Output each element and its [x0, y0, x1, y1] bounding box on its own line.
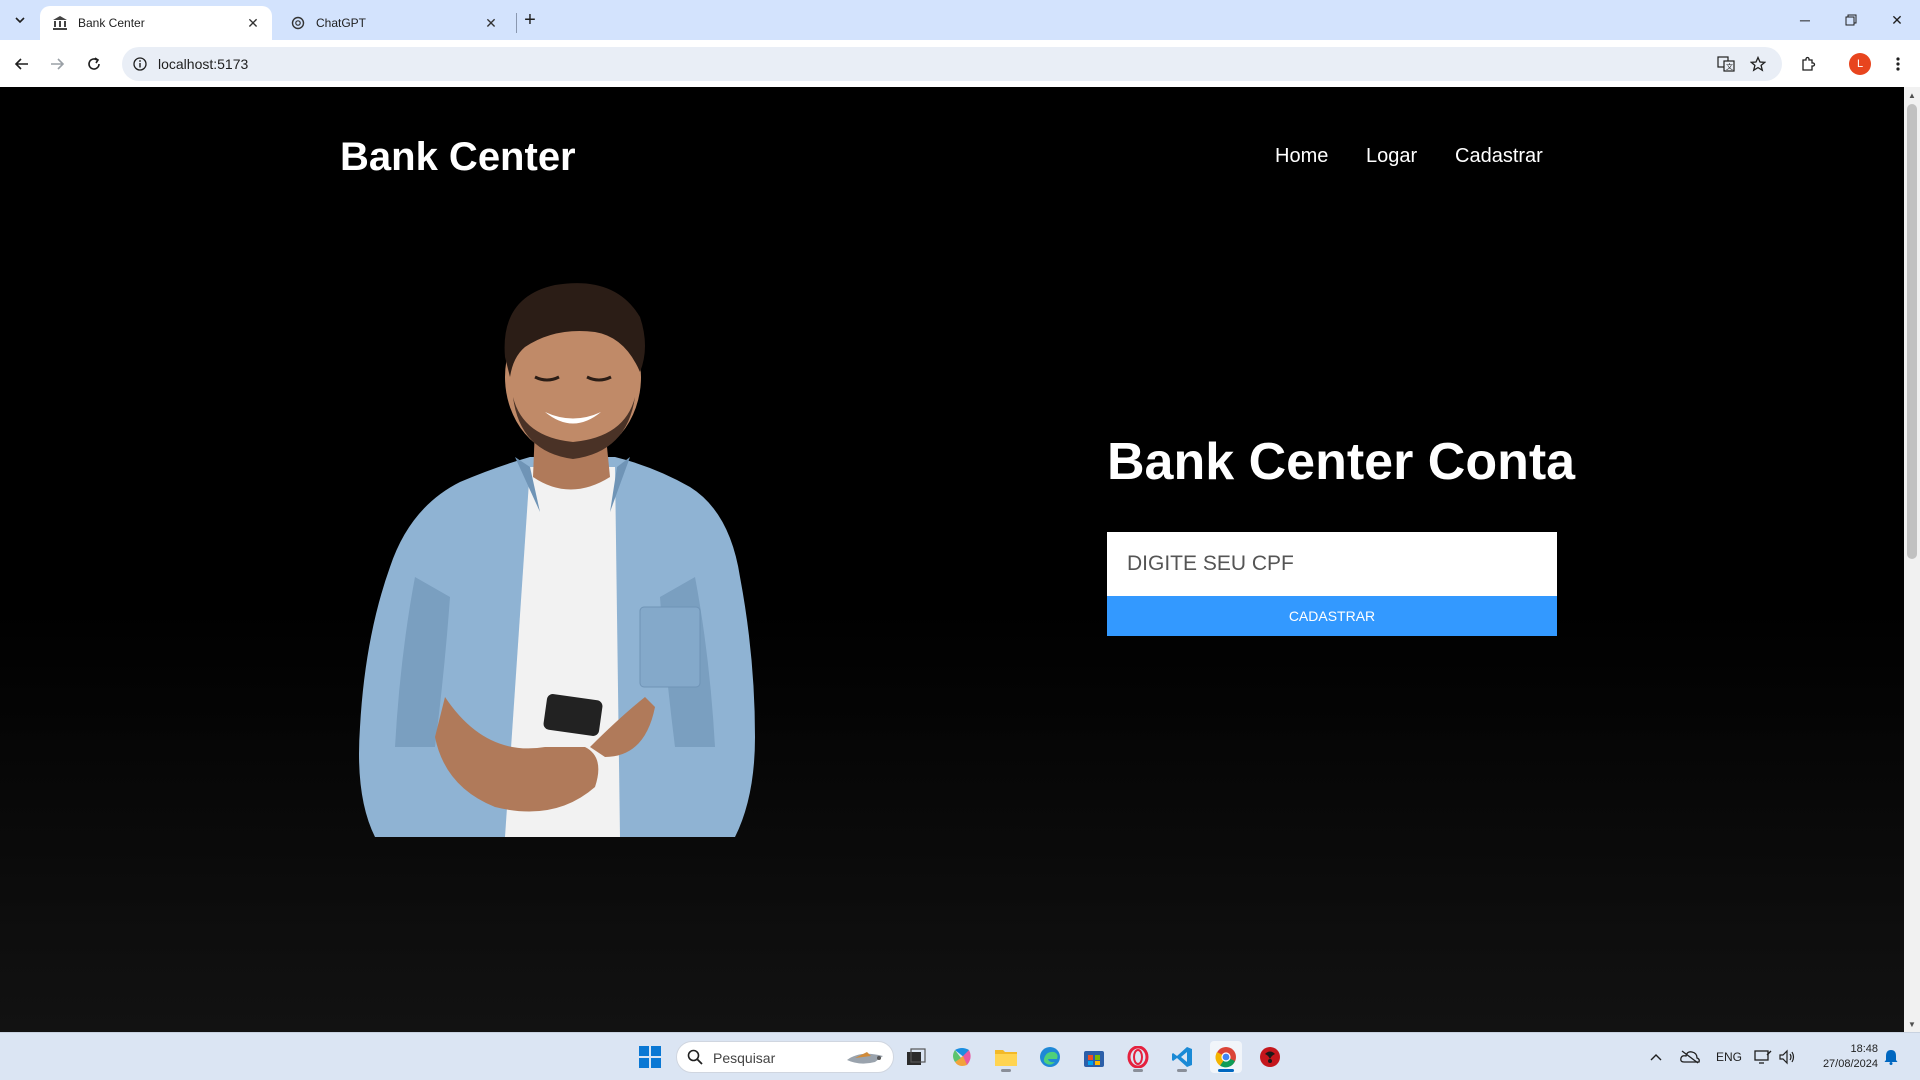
tray-overflow-chevron-up-icon[interactable]: [1650, 1033, 1662, 1080]
hero-man-with-phone-image: [359, 283, 755, 837]
vscode-icon: [1172, 1047, 1192, 1067]
cpf-input[interactable]: [1107, 532, 1557, 596]
tab-divider: [516, 13, 517, 33]
tab-title: Bank Center: [78, 16, 145, 30]
volume-icon[interactable]: [1778, 1033, 1796, 1080]
clock-time: 18:48: [1850, 1043, 1878, 1055]
windows-logo-icon: [639, 1046, 661, 1068]
minimize-button[interactable]: ─: [1782, 0, 1828, 40]
onedrive-offline-icon[interactable]: [1680, 1033, 1700, 1080]
task-view-button[interactable]: [900, 1041, 932, 1073]
start-button[interactable]: [634, 1041, 666, 1073]
restore-icon: [1845, 14, 1857, 26]
edge-icon: [1040, 1047, 1060, 1067]
search-highlight-icon: [847, 1052, 883, 1064]
windows-taskbar: Pesquisar ENG 18:48 27/08/2024: [0, 1032, 1920, 1080]
red-circle-app-icon: [1260, 1047, 1280, 1067]
clock-date: 27/08/2024: [1822, 1058, 1878, 1070]
translate-icon[interactable]: 文: [1714, 52, 1738, 76]
restore-button[interactable]: [1828, 0, 1874, 40]
forward-button[interactable]: [43, 50, 71, 78]
info-icon[interactable]: [128, 52, 152, 76]
nav-cadastrar[interactable]: Cadastrar: [1455, 145, 1543, 168]
opera-icon: [1127, 1046, 1149, 1068]
bookmark-star-icon[interactable]: [1746, 52, 1770, 76]
svg-text:文: 文: [1726, 62, 1733, 71]
chrome-icon: [1215, 1047, 1236, 1068]
tab-bank-center[interactable]: Bank Center ✕: [40, 6, 272, 40]
tab-chatgpt[interactable]: ChatGPT ✕: [278, 6, 510, 40]
scroll-thumb[interactable]: [1907, 104, 1917, 559]
cadastrar-button[interactable]: CADASTRAR: [1107, 596, 1557, 636]
task-view-icon: [907, 1048, 926, 1065]
site-brand[interactable]: Bank Center: [340, 135, 576, 180]
search-icon: [687, 1049, 703, 1065]
arrow-left-icon: [14, 58, 28, 70]
running-indicator: [1133, 1069, 1143, 1072]
store-icon: [1084, 1051, 1104, 1067]
search-placeholder: Pesquisar: [713, 1050, 776, 1066]
page-viewport: Bank Center Home Logar Cadastrar Bank Ce…: [0, 87, 1904, 1032]
bank-icon: [52, 15, 68, 31]
extensions-button[interactable]: [1794, 50, 1822, 78]
copilot-button[interactable]: [946, 1041, 978, 1073]
tab-search-button[interactable]: [8, 8, 32, 32]
scroll-up-arrow-icon[interactable]: ▲: [1904, 87, 1920, 103]
new-tab-button[interactable]: +: [518, 8, 542, 32]
nav-home[interactable]: Home: [1275, 145, 1328, 168]
close-icon[interactable]: ✕: [244, 14, 262, 32]
vscode-button[interactable]: [1166, 1041, 1198, 1073]
form-title: Bank Center Conta: [1107, 433, 1576, 491]
arrow-right-icon: [51, 58, 65, 70]
opera-button[interactable]: [1122, 1041, 1154, 1073]
tab-title: ChatGPT: [316, 16, 367, 30]
system-clock[interactable]: 18:48 27/08/2024: [1806, 1042, 1878, 1072]
browser-tab-strip: Bank Center ✕ ChatGPT ✕ + ─ ✕: [0, 0, 1920, 40]
puzzle-icon: [1802, 56, 1816, 71]
edge-button[interactable]: [1034, 1041, 1066, 1073]
notification-bell-icon[interactable]: [1884, 1033, 1898, 1080]
file-explorer-button[interactable]: [990, 1041, 1022, 1073]
chevron-down-icon: [15, 17, 25, 24]
network-icon[interactable]: [1754, 1033, 1772, 1080]
minimize-icon: ─: [1800, 12, 1810, 28]
plus-icon: +: [524, 8, 536, 31]
app-red-button[interactable]: [1254, 1041, 1286, 1073]
running-indicator: [1001, 1069, 1011, 1072]
browser-toolbar: localhost:5173 文 L: [0, 40, 1920, 87]
url-text[interactable]: localhost:5173: [158, 56, 248, 72]
close-icon[interactable]: ✕: [482, 14, 500, 32]
browser-menu-button[interactable]: [1884, 50, 1912, 78]
address-bar[interactable]: localhost:5173 文: [122, 47, 1782, 81]
store-button[interactable]: [1078, 1041, 1110, 1073]
scroll-down-arrow-icon[interactable]: ▼: [1904, 1016, 1920, 1032]
more-vertical-icon: [1896, 57, 1900, 71]
back-button[interactable]: [8, 50, 36, 78]
reload-button[interactable]: [80, 50, 108, 78]
chrome-button[interactable]: [1210, 1041, 1242, 1073]
taskbar-search[interactable]: Pesquisar: [676, 1041, 894, 1073]
language-indicator[interactable]: ENG: [1716, 1033, 1742, 1080]
nav-logar[interactable]: Logar: [1366, 145, 1417, 168]
chatgpt-icon: [290, 15, 306, 31]
running-indicator: [1177, 1069, 1187, 1072]
copilot-icon: [953, 1048, 971, 1066]
running-indicator: [1218, 1069, 1234, 1072]
folder-icon: [995, 1050, 1017, 1066]
profile-avatar[interactable]: L: [1849, 53, 1871, 75]
reload-icon: [88, 57, 100, 70]
close-window-button[interactable]: ✕: [1874, 0, 1920, 40]
page-scrollbar[interactable]: ▲ ▼: [1904, 87, 1920, 1032]
close-icon: ✕: [1891, 11, 1903, 28]
